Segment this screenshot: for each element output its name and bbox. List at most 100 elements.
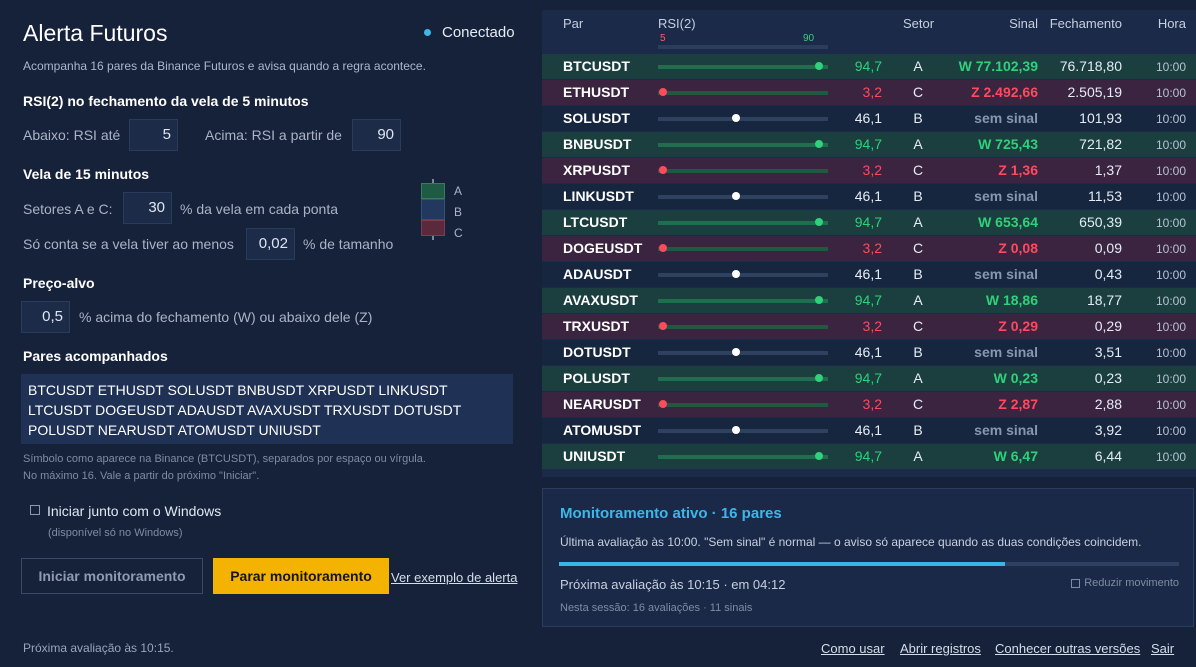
table-row[interactable]: SOLUSDT 46,1 Bsem sinal 101,93 10:00 — [542, 106, 1196, 131]
pair-symbol: SOLUSDT — [563, 110, 630, 126]
rsi-scale-high: 90 — [803, 33, 815, 44]
sector-value: A — [913, 58, 923, 74]
table-row[interactable]: TRXUSDT 3,2 C Z 0,29 0,29 10:00 — [542, 314, 1196, 339]
table-row[interactable]: BTCUSDT 94,7 A W 77.102,39 76.718,80 10:00 — [542, 54, 1196, 79]
target-suffix: % acima do fechamento (W) ou abaixo dele… — [79, 309, 373, 325]
time-value: 10:00 — [1155, 164, 1186, 178]
sectors-input[interactable]: 30 — [123, 192, 172, 224]
signal-value: sem sinal — [974, 110, 1038, 126]
table-row[interactable]: UNIUSDT 94,7 A W 6,47 6,44 10:00 — [542, 444, 1196, 469]
rsi-bar — [658, 91, 828, 95]
time-value: 10:00 — [1155, 398, 1186, 412]
windows-startup-label[interactable]: Iniciar junto com o Windows — [47, 503, 221, 519]
reduce-motion-checkbox[interactable] — [1071, 578, 1081, 588]
pair-symbol: POLUSDT — [563, 370, 630, 386]
exit-link[interactable]: Sair — [1151, 641, 1174, 656]
close-price: 2,88 — [1094, 396, 1122, 412]
candle-sectors-icon — [421, 179, 445, 240]
close-price: 11,53 — [1088, 188, 1122, 204]
open-logs-link[interactable]: Abrir registros — [900, 641, 981, 656]
table-row[interactable]: LTCUSDT 94,7 A W 653,64 650,39 10:00 — [542, 210, 1196, 235]
time-value: 10:00 — [1155, 424, 1186, 438]
start-monitoring-button[interactable]: Iniciar monitoramento — [21, 558, 203, 594]
sector-value: B — [913, 344, 923, 360]
rsi-value: 94,7 — [854, 58, 882, 74]
rsi-bar — [658, 273, 828, 277]
table-row[interactable]: ETHUSDT 3,2 C Z 2.492,66 2.505,19 10:00 — [542, 80, 1196, 105]
time-value: 10:00 — [1155, 268, 1186, 282]
sector-value: C — [913, 162, 924, 178]
header-pair: Par — [563, 16, 584, 31]
table-row[interactable]: POLUSDT 94,7 A W 0,23 0,23 10:00 — [542, 366, 1196, 391]
rsi-bar — [658, 377, 828, 381]
app-subtitle: Acompanha 16 pares da Binance Futuros e … — [23, 59, 426, 73]
table-row[interactable]: DOTUSDT 46,1 Bsem sinal 3,51 10:00 — [542, 340, 1196, 365]
min-size-input[interactable]: 0,02 — [246, 228, 295, 260]
rsi-bar — [658, 195, 828, 199]
rsi-above-label: Acima: RSI a partir de — [205, 127, 342, 143]
signal-value: sem sinal — [974, 188, 1038, 204]
sector-value: B — [913, 266, 923, 282]
rsi-value: 94,7 — [854, 214, 882, 230]
target-heading: Preço-alvo — [23, 275, 95, 291]
rsi-bar — [658, 65, 828, 69]
rsi-marker — [814, 218, 823, 226]
connection-label: Conectado — [442, 24, 515, 41]
rsi-bar — [658, 429, 828, 433]
time-value: 10:00 — [1155, 372, 1186, 386]
windows-startup-checkbox[interactable] — [30, 505, 40, 515]
signal-value: sem sinal — [974, 344, 1038, 360]
signal-value: W 653,64 — [978, 214, 1038, 230]
monitor-panel: Monitoramento ativo · 16 pares Última av… — [542, 488, 1194, 627]
reduce-motion-label[interactable]: Reduzir movimento — [1084, 577, 1179, 589]
table-row[interactable]: ATOMUSDT 46,1 Bsem sinal 3,92 10:00 — [542, 418, 1196, 443]
rsi-value: 46,1 — [854, 266, 882, 282]
signals-table: Par RSI(2) Setor Sinal Fechamento Hora 5… — [542, 10, 1196, 477]
windows-startup-note: (disponível só no Windows) — [48, 527, 183, 539]
rsi-below-input[interactable]: 5 — [129, 119, 178, 151]
rsi-above-input[interactable]: 90 — [352, 119, 401, 151]
table-row[interactable]: BNBUSDT 94,7 A W 725,43 721,82 10:00 — [542, 132, 1196, 157]
status-dot-icon — [424, 29, 431, 36]
rsi-value: 94,7 — [854, 370, 882, 386]
table-row[interactable]: NEARUSDT 3,2 C Z 2,87 2,88 10:00 — [542, 392, 1196, 417]
pair-symbol: ETHUSDT — [563, 84, 630, 100]
table-row[interactable]: DOGEUSDT 3,2 C Z 0,08 0,09 10:00 — [542, 236, 1196, 261]
candle-label-a: A — [454, 184, 463, 198]
signal-value: Z 1,36 — [998, 162, 1038, 178]
close-price: 650,39 — [1079, 214, 1122, 230]
pair-symbol: DOGEUSDT — [563, 240, 643, 256]
table-header: Par RSI(2) Setor Sinal Fechamento Hora 5… — [542, 10, 1196, 54]
table-row[interactable]: AVAXUSDT 94,7 A W 18,86 18,77 10:00 — [542, 288, 1196, 313]
time-value: 10:00 — [1155, 86, 1186, 100]
table-row[interactable]: LINKUSDT 46,1 Bsem sinal 11,53 10:00 — [542, 184, 1196, 209]
table-row[interactable]: ADAUSDT 46,1 Bsem sinal 0,43 10:00 — [542, 262, 1196, 287]
candle-sector-a — [421, 183, 445, 199]
candle-heading: Vela de 15 minutos — [23, 166, 150, 182]
pair-symbol: ADAUSDT — [563, 266, 632, 282]
help-link[interactable]: Como usar — [821, 641, 885, 656]
pairs-textarea[interactable]: BTCUSDT ETHUSDT SOLUSDT BNBUSDT XRPUSDT … — [21, 374, 513, 444]
table-row[interactable]: XRPUSDT 3,2 C Z 1,36 1,37 10:00 — [542, 158, 1196, 183]
sector-value: B — [913, 188, 923, 204]
app-title: Alerta Futuros — [23, 20, 168, 46]
signal-value: W 0,23 — [993, 370, 1038, 386]
rsi-value: 3,2 — [862, 240, 882, 256]
rsi-marker — [814, 62, 823, 70]
other-versions-link[interactable]: Conhecer outras versões — [995, 641, 1140, 656]
example-alert-link[interactable]: Ver exemplo de alerta — [391, 570, 517, 585]
stop-monitoring-button[interactable]: Parar monitoramento — [213, 558, 389, 594]
time-value: 10:00 — [1155, 190, 1186, 204]
signal-value: Z 0,08 — [998, 240, 1038, 256]
sector-value: C — [913, 396, 924, 412]
rsi-bar — [658, 247, 828, 251]
reduce-motion-toggle[interactable]: Reduzir movimento — [1071, 577, 1179, 589]
rsi-value: 94,7 — [854, 292, 882, 308]
header-hora: Hora — [1157, 16, 1186, 31]
target-input[interactable]: 0,5 — [21, 301, 70, 333]
pair-symbol: DOTUSDT — [563, 344, 631, 360]
rsi-bar — [658, 169, 828, 173]
rsi-heading: RSI(2) no fechamento da vela de 5 minuto… — [23, 93, 309, 109]
pair-symbol: NEARUSDT — [563, 396, 641, 412]
rsi-bar — [658, 351, 828, 355]
